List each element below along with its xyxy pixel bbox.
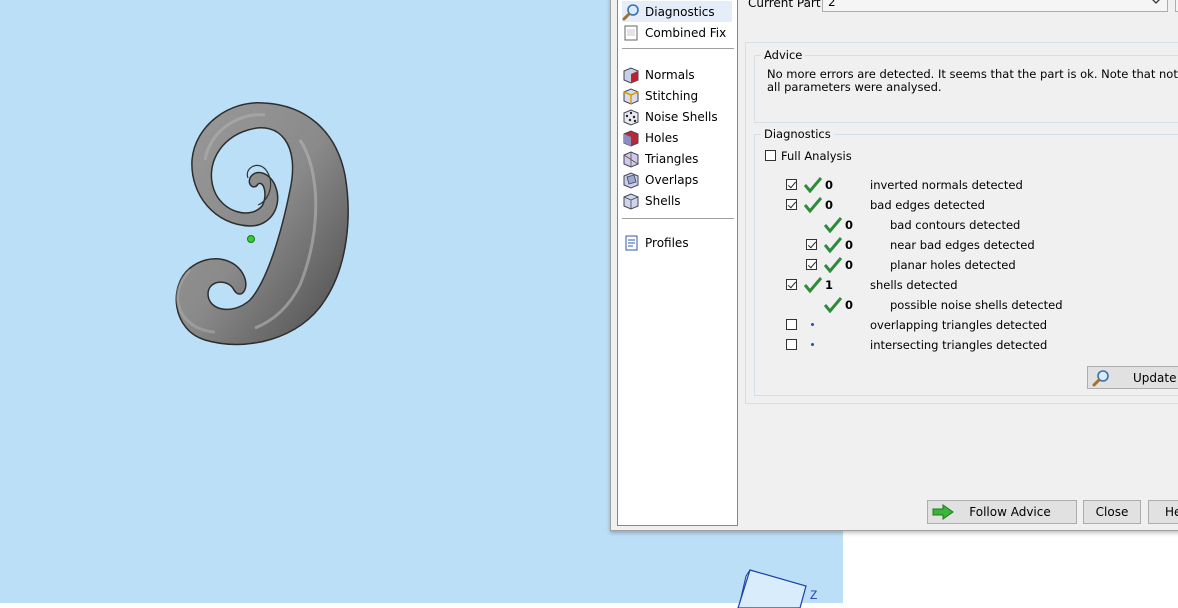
profile-page-icon (625, 235, 638, 250)
ok-check-icon (824, 237, 842, 253)
nav-item-label: Profiles (645, 235, 689, 250)
inverted-normals-count: 0 (825, 178, 834, 192)
cube-red-face-icon (623, 66, 639, 84)
intersecting-triangles-checkbox[interactable] (786, 339, 797, 350)
magnifier-icon (622, 3, 639, 20)
not-analysed-dot-icon (811, 343, 814, 346)
cube-dotted-icon (623, 108, 639, 126)
inverted-normals-label: inverted normals detected (870, 178, 1023, 192)
update-button[interactable]: Update (1087, 366, 1178, 389)
help-button[interactable]: He (1148, 500, 1178, 524)
nav-separator (622, 48, 734, 49)
full-analysis-checkbox[interactable] (765, 150, 776, 161)
advice-text: No more errors are detected. It seems th… (767, 67, 1178, 94)
ok-check-icon (804, 177, 822, 193)
nav-item-label: Shells (645, 193, 681, 208)
bad-edges-label: bad edges detected (870, 198, 985, 212)
page-icon (624, 25, 638, 40)
shells-count: 1 (825, 278, 834, 292)
background-white-area (843, 528, 1178, 603)
nav-item-noise-shells[interactable]: Noise Shells (622, 106, 732, 127)
help-label: He (1165, 505, 1178, 519)
nav-item-triangles[interactable]: Triangles (622, 148, 732, 169)
near-bad-edges-label: near bad edges detected (890, 238, 1035, 252)
planar-holes-count: 0 (845, 258, 854, 272)
spiral-part-model[interactable] (140, 95, 360, 380)
nav-item-stitching[interactable]: Stitching (622, 85, 732, 106)
ok-check-icon (804, 277, 822, 293)
ok-check-icon (824, 217, 842, 233)
follow-advice-label: Follow Advice (969, 505, 1051, 519)
ok-check-icon (804, 197, 822, 213)
noise-shells-count: 0 (845, 298, 854, 312)
bad-contours-count: 0 (845, 218, 854, 232)
planar-holes-checkbox[interactable] (806, 259, 817, 270)
green-arrow-icon (932, 504, 954, 520)
nav-item-label: Diagnostics (645, 4, 715, 19)
nav-item-label: Stitching (645, 88, 699, 103)
nav-separator (622, 218, 734, 219)
nav-item-profiles[interactable]: Profiles (622, 232, 732, 253)
bad-edges-count: 0 (825, 198, 834, 212)
repair-navigation-list: Diagnostics Combined Fix Normals Stitchi… (617, 0, 738, 526)
cube-stitching-icon (623, 87, 639, 105)
nav-item-label: Normals (645, 67, 695, 82)
cube-triangles-icon (623, 150, 639, 168)
axis-z-label: Z (810, 588, 817, 602)
full-analysis-label[interactable]: Full Analysis (781, 149, 852, 163)
inverted-normals-checkbox[interactable] (786, 179, 797, 190)
orientation-cube[interactable]: Z (736, 568, 826, 608)
near-bad-edges-checkbox[interactable] (806, 239, 817, 250)
shells-checkbox[interactable] (786, 279, 797, 290)
intersecting-triangles-label: intersecting triangles detected (870, 338, 1048, 352)
bad-edges-checkbox[interactable] (786, 199, 797, 210)
cube-shells-icon (623, 192, 639, 210)
magnifier-icon (1092, 369, 1109, 386)
current-part-dropdown[interactable]: 2 (822, 0, 1168, 12)
nav-item-normals[interactable]: Normals (622, 64, 732, 85)
nav-item-label: Holes (645, 130, 679, 145)
near-bad-edges-count: 0 (845, 238, 854, 252)
nav-item-holes[interactable]: Holes (622, 127, 732, 148)
cube-hole-icon (623, 129, 639, 147)
nav-item-combined-fix[interactable]: Combined Fix (622, 22, 732, 43)
shells-label: shells detected (870, 278, 958, 292)
nav-item-diagnostics[interactable]: Diagnostics (622, 1, 732, 22)
noise-shells-label: possible noise shells detected (890, 298, 1063, 312)
ok-check-icon (824, 297, 842, 313)
nav-item-shells[interactable]: Shells (622, 190, 732, 211)
current-part-label: Current Part: (748, 0, 825, 10)
nav-item-label: Noise Shells (645, 109, 718, 124)
chevron-down-icon (1152, 0, 1160, 4)
nav-item-label: Overlaps (645, 172, 699, 187)
bad-contours-label: bad contours detected (890, 218, 1021, 232)
nav-item-overlaps[interactable]: Overlaps (622, 169, 732, 190)
nav-item-label: Triangles (645, 151, 699, 166)
not-analysed-dot-icon (811, 323, 814, 326)
planar-holes-label: planar holes detected (890, 258, 1016, 272)
overlapping-triangles-checkbox[interactable] (786, 319, 797, 330)
close-button[interactable]: Close (1083, 500, 1141, 524)
nav-item-label: Combined Fix (645, 25, 727, 40)
ok-check-icon (824, 257, 842, 273)
update-label: Update (1133, 370, 1177, 385)
close-label: Close (1095, 505, 1129, 519)
overlapping-triangles-label: overlapping triangles detected (870, 318, 1048, 332)
repair-dialog: Diagnostics Combined Fix Normals Stitchi… (610, 0, 1178, 531)
current-part-value: 2 (828, 0, 836, 9)
cube-overlaps-icon (623, 171, 639, 189)
diagnostics-title: Diagnostics (761, 127, 834, 141)
follow-advice-button[interactable]: Follow Advice (927, 500, 1077, 524)
advice-title: Advice (761, 48, 806, 62)
